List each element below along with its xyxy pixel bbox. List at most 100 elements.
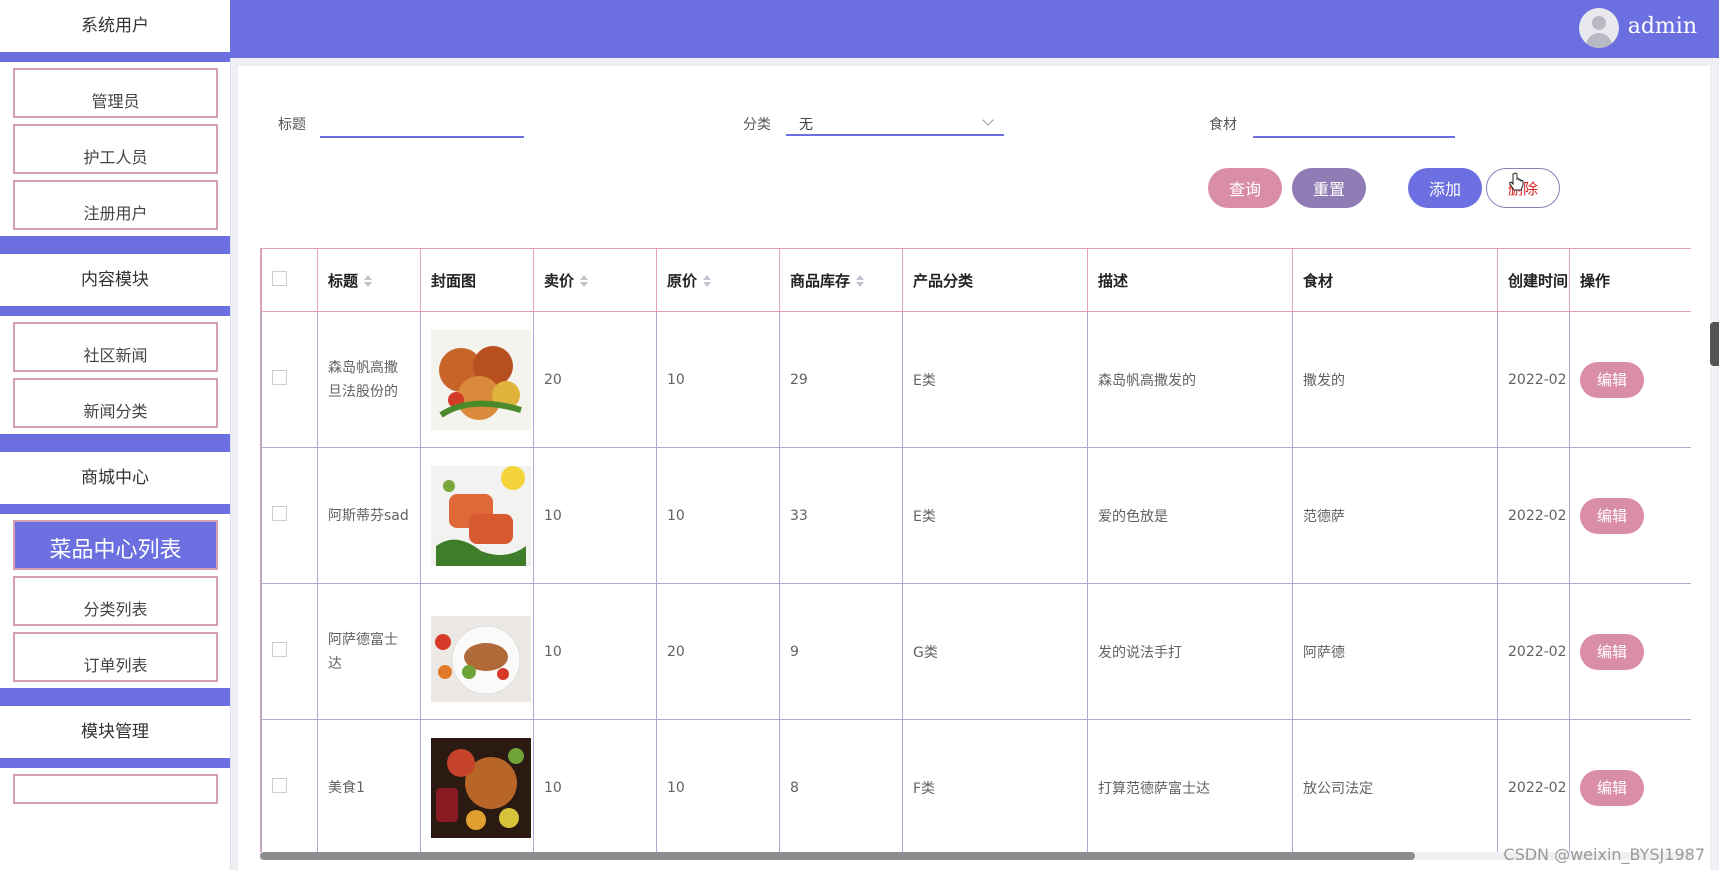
cell-original-price: 10 bbox=[656, 447, 780, 584]
cell-price: 10 bbox=[533, 719, 657, 856]
column-header-description: 描述 bbox=[1087, 248, 1293, 312]
column-header-original-price[interactable]: 原价 bbox=[656, 248, 780, 312]
divider bbox=[0, 688, 230, 706]
edit-button[interactable]: 编辑 bbox=[1580, 769, 1644, 806]
cell-cover bbox=[420, 311, 534, 448]
cell-title: 森岛帆高撒旦法股份的 bbox=[317, 311, 421, 448]
cell-cover bbox=[420, 583, 534, 720]
sidebar-item-news-category[interactable]: 新闻分类 bbox=[13, 378, 218, 428]
row-checkbox[interactable] bbox=[261, 719, 318, 856]
cell-price: 10 bbox=[533, 583, 657, 720]
divider bbox=[0, 758, 230, 768]
hand-cursor-icon bbox=[1509, 172, 1524, 191]
title-filter-input[interactable] bbox=[320, 106, 524, 138]
divider bbox=[0, 434, 230, 452]
category-select-value: 无 bbox=[799, 117, 813, 133]
sort-icon[interactable] bbox=[856, 275, 865, 287]
add-button[interactable]: 添加 bbox=[1408, 168, 1482, 208]
column-header-title[interactable]: 标题 bbox=[317, 248, 421, 312]
side-drawer-handle[interactable] bbox=[1710, 322, 1719, 366]
select-all-checkbox[interactable] bbox=[261, 248, 318, 312]
horizontal-scrollbar[interactable] bbox=[260, 852, 1690, 860]
cell-price: 10 bbox=[533, 447, 657, 584]
edit-button[interactable]: 编辑 bbox=[1580, 633, 1644, 670]
ingredient-filter-label: 食材 bbox=[1209, 117, 1237, 133]
table-header-row: 标题 封面图 卖价 原价 商品库存 产品分类 描述 食材 创建时间 操作 bbox=[261, 248, 1691, 312]
food-image-grilled-chicken bbox=[431, 329, 531, 430]
watermark: CSDN @weixin_BYSJ1987 bbox=[1503, 845, 1705, 864]
cell-created: 2022-02 bbox=[1497, 583, 1570, 720]
sidebar-item-admin[interactable]: 管理员 bbox=[13, 68, 218, 118]
ingredient-filter-input[interactable] bbox=[1253, 106, 1455, 138]
cell-created: 2022-02 bbox=[1497, 447, 1570, 584]
category-filter-label: 分类 bbox=[743, 117, 771, 133]
divider bbox=[0, 52, 230, 62]
reset-button[interactable]: 重置 bbox=[1292, 168, 1366, 208]
sidebar: 系统用户 管理员 护工人员 注册用户 内容模块 社区新闻 新闻分类 商城中心 菜… bbox=[0, 0, 231, 870]
cell-description: 发的说法手打 bbox=[1087, 583, 1293, 720]
username[interactable]: admin bbox=[1628, 14, 1697, 39]
sidebar-group-title: 内容模块 bbox=[0, 254, 230, 306]
sidebar-item-dish-list[interactable]: 菜品中心列表 bbox=[13, 520, 218, 570]
cell-category: F类 bbox=[902, 719, 1088, 856]
edit-button[interactable]: 编辑 bbox=[1580, 361, 1644, 398]
food-image-feast bbox=[431, 737, 531, 838]
column-header-ingredient: 食材 bbox=[1292, 248, 1498, 312]
row-checkbox[interactable] bbox=[261, 447, 318, 584]
divider bbox=[0, 306, 230, 316]
dish-table: 标题 封面图 卖价 原价 商品库存 产品分类 描述 食材 创建时间 操作 森岛帆… bbox=[260, 248, 1691, 858]
cell-actions: 编辑 bbox=[1569, 447, 1691, 584]
column-header-price[interactable]: 卖价 bbox=[533, 248, 657, 312]
cell-ingredient: 撒发的 bbox=[1292, 311, 1498, 448]
divider bbox=[0, 236, 230, 254]
cell-description: 爱的色放是 bbox=[1087, 447, 1293, 584]
column-header-cover: 封面图 bbox=[420, 248, 534, 312]
cell-stock: 29 bbox=[779, 311, 903, 448]
sidebar-item-community-news[interactable]: 社区新闻 bbox=[13, 322, 218, 372]
food-image-salmon bbox=[431, 465, 531, 566]
sidebar-group-title: 商城中心 bbox=[0, 452, 230, 504]
sidebar-item[interactable] bbox=[13, 774, 218, 804]
cell-actions: 编辑 bbox=[1569, 583, 1691, 720]
table-row: 阿萨德富士达 10 20 9 G类 发的说法手打 阿萨德 2022-02 编辑 bbox=[261, 583, 1691, 720]
sidebar-item-order-list[interactable]: 订单列表 bbox=[13, 632, 218, 682]
cell-title: 阿萨德富士达 bbox=[317, 583, 421, 720]
column-header-created: 创建时间 bbox=[1497, 248, 1570, 312]
food-image-salad-plate bbox=[431, 601, 531, 702]
category-select[interactable] bbox=[786, 106, 1004, 136]
title-filter-label: 标题 bbox=[278, 117, 306, 133]
cell-description: 森岛帆高撒发的 bbox=[1087, 311, 1293, 448]
column-header-stock[interactable]: 商品库存 bbox=[779, 248, 903, 312]
cell-description: 打算范德萨富士达 bbox=[1087, 719, 1293, 856]
sidebar-item-registered-users[interactable]: 注册用户 bbox=[13, 180, 218, 230]
cell-actions: 编辑 bbox=[1569, 719, 1691, 856]
cell-title: 阿斯蒂芬sad bbox=[317, 447, 421, 584]
cell-ingredient: 范德萨 bbox=[1292, 447, 1498, 584]
cell-cover bbox=[420, 719, 534, 856]
cell-original-price: 10 bbox=[656, 719, 780, 856]
top-bar: admin bbox=[230, 0, 1719, 58]
cell-category: E类 bbox=[902, 447, 1088, 584]
row-checkbox[interactable] bbox=[261, 311, 318, 448]
sidebar-group-title: 系统用户 bbox=[0, 0, 230, 52]
query-button[interactable]: 查询 bbox=[1208, 168, 1282, 208]
cell-actions: 编辑 bbox=[1569, 311, 1691, 448]
scrollbar-thumb[interactable] bbox=[260, 852, 1415, 860]
main-panel: 标题 分类 无 食材 查询 重置 添加 删除 标题 封面图 卖价 原价 商品库存… bbox=[238, 66, 1710, 870]
sidebar-item-category-list[interactable]: 分类列表 bbox=[13, 576, 218, 626]
table-row: 美食1 10 10 8 F类 打算范德萨富士达 放公司法定 2022-02 编辑 bbox=[261, 719, 1691, 856]
column-header-actions: 操作 bbox=[1569, 248, 1691, 312]
sort-icon[interactable] bbox=[580, 275, 589, 287]
cell-ingredient: 放公司法定 bbox=[1292, 719, 1498, 856]
cell-stock: 8 bbox=[779, 719, 903, 856]
cell-created: 2022-02 bbox=[1497, 311, 1570, 448]
sidebar-group-title: 模块管理 bbox=[0, 706, 230, 758]
sidebar-item-caregivers[interactable]: 护工人员 bbox=[13, 124, 218, 174]
cell-original-price: 20 bbox=[656, 583, 780, 720]
cell-stock: 33 bbox=[779, 447, 903, 584]
user-avatar-icon[interactable] bbox=[1579, 8, 1619, 48]
sort-icon[interactable] bbox=[364, 275, 373, 287]
sort-icon[interactable] bbox=[703, 275, 712, 287]
row-checkbox[interactable] bbox=[261, 583, 318, 720]
edit-button[interactable]: 编辑 bbox=[1580, 497, 1644, 534]
